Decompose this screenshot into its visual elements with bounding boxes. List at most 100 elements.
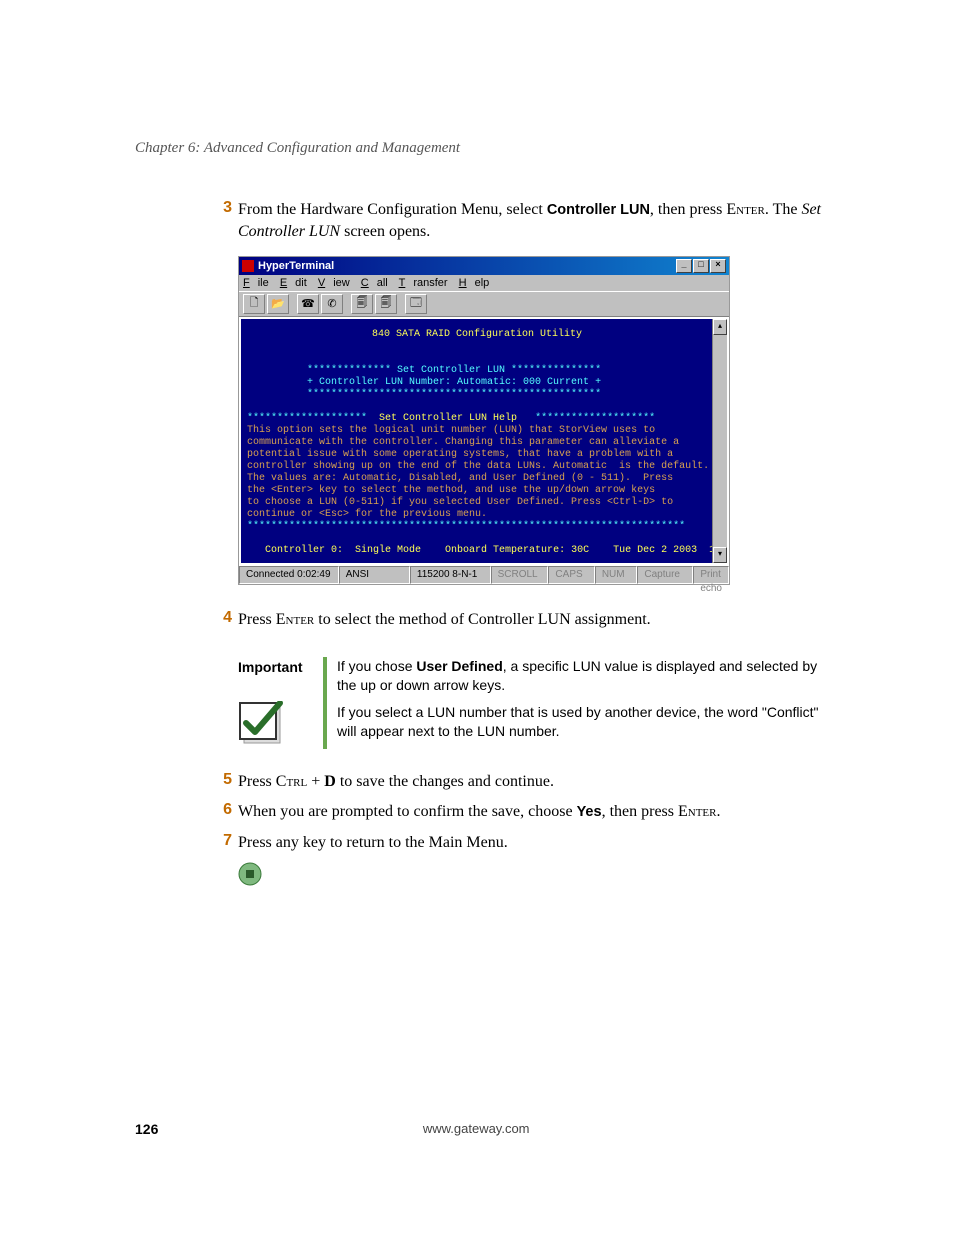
term-line: controller showing up on the end of the … — [247, 461, 709, 472]
term-line: ******************** — [535, 413, 655, 424]
step-text: From the Hardware Configuration Menu, se… — [238, 199, 834, 244]
step-text: When you are prompted to confirm the sav… — [238, 801, 834, 823]
checkmark-icon — [238, 675, 318, 747]
step-4: 4 Press Enter to select the method of Co… — [210, 609, 834, 631]
menu-edit[interactable]: Edit — [280, 277, 307, 289]
page-footer: 126 www.gateway.com — [135, 1121, 834, 1137]
term-line: continue or <Esc> for the previous menu. — [247, 509, 487, 520]
step-text: Press Ctrl + D to save the changes and c… — [238, 771, 834, 793]
term-line: ****************************************… — [307, 389, 601, 400]
step-number: 4 — [210, 609, 238, 631]
term-line: ******************** — [247, 413, 367, 424]
note-label: Important — [238, 657, 323, 675]
menu-call[interactable]: Call — [361, 277, 388, 289]
term-line: ****************************************… — [247, 521, 685, 532]
close-button[interactable]: × — [710, 259, 726, 273]
footer-url: www.gateway.com — [423, 1121, 530, 1137]
note-body: If you chose User Defined, a specific LU… — [337, 657, 834, 749]
menu-help[interactable]: Help — [459, 277, 490, 289]
maximize-button[interactable]: □ — [693, 259, 709, 273]
status-num: NUM — [595, 566, 638, 584]
term-line: This option sets the logical unit number… — [247, 425, 655, 436]
disconnect-icon[interactable]: ✆ — [321, 294, 343, 314]
text: to save the changes and continue. — [336, 773, 554, 790]
term-line: ************** Set Controller LUN ******… — [307, 365, 601, 376]
status-connected: Connected 0:02:49 — [239, 566, 339, 584]
status-caps: CAPS — [548, 566, 594, 584]
d-key: D — [324, 773, 336, 790]
step-number: 6 — [210, 801, 238, 823]
status-echo: Print echo — [693, 566, 729, 584]
text: Press — [238, 611, 276, 628]
step-text: Press any key to return to the Main Menu… — [238, 832, 834, 854]
step-7: 7 Press any key to return to the Main Me… — [210, 832, 834, 854]
terminal-viewport: ▴ ▾ 840 SATA RAID Configuration Utility … — [239, 316, 729, 565]
term-line: + Controller LUN Number: Automatic: 000 … — [307, 377, 601, 388]
text: to select the method of Controller LUN a… — [314, 611, 650, 628]
note-accent-bar — [323, 657, 327, 749]
text: . — [717, 803, 721, 820]
text: When you are prompted to confirm the sav… — [238, 803, 577, 820]
scroll-down-icon[interactable]: ▾ — [713, 547, 727, 563]
term-line: potential issue with some operating syst… — [247, 449, 673, 460]
menubar: File Edit View Call Transfer Help — [239, 275, 729, 291]
term-line: Set Controller LUN Help — [367, 413, 535, 424]
menu-view[interactable]: View — [318, 277, 350, 289]
term-header: 840 SATA RAID Configuration Utility — [372, 329, 582, 340]
receive-icon[interactable]: 🗐 — [375, 294, 397, 314]
status-scroll: SCROLL — [491, 566, 549, 584]
step-6: 6 When you are prompted to confirm the s… — [210, 801, 834, 823]
text: If you select a LUN number that is used … — [337, 703, 834, 741]
app-icon — [242, 260, 254, 272]
text: Press — [238, 773, 276, 790]
window-title: HyperTerminal — [258, 260, 334, 272]
scrollbar[interactable]: ▴ ▾ — [712, 319, 727, 563]
step-number: 3 — [210, 199, 238, 244]
chapter-header: Chapter 6: Advanced Configuration and Ma… — [135, 140, 834, 157]
status-capture: Capture — [637, 566, 693, 584]
menu-file[interactable]: File — [243, 277, 269, 289]
connect-icon[interactable]: ☎ — [297, 294, 319, 314]
titlebar: HyperTerminal _ □ × — [239, 257, 729, 275]
send-icon[interactable]: 🗐 — [351, 294, 373, 314]
scroll-up-icon[interactable]: ▴ — [713, 319, 727, 335]
text: , then press — [602, 803, 678, 820]
step-number: 5 — [210, 771, 238, 793]
ctrl-key: Ctrl — [276, 773, 307, 790]
step-text: Press Enter to select the method of Cont… — [238, 609, 834, 631]
text: screen opens. — [340, 223, 430, 240]
minimize-button[interactable]: _ — [676, 259, 692, 273]
new-icon[interactable]: 🗋 — [243, 294, 265, 314]
term-line: The values are: Automatic, Disabled, and… — [247, 473, 673, 484]
status-emulation: ANSI — [339, 566, 410, 584]
open-icon[interactable]: 📂 — [267, 294, 289, 314]
terminal-content: 840 SATA RAID Configuration Utility ****… — [241, 319, 713, 563]
statusbar: Connected 0:02:49 ANSI 115200 8-N-1 SCRO… — [239, 565, 729, 584]
term-line: to choose a LUN (0-511) if you selected … — [247, 497, 673, 508]
hyperterminal-window: HyperTerminal _ □ × File Edit View Call … — [238, 256, 730, 585]
menu-transfer[interactable]: Transfer — [399, 277, 448, 289]
user-defined-label: User Defined — [416, 658, 502, 674]
important-note: Important If you chose User Defined, a s… — [238, 657, 834, 749]
page-number: 126 — [135, 1121, 158, 1137]
enter-key: Enter — [276, 611, 315, 628]
term-status-line: Controller 0: Single Mode Onboard Temper… — [265, 545, 713, 556]
term-line: the <Enter> key to select the method, an… — [247, 485, 655, 496]
section-end-icon — [238, 862, 834, 891]
controller-lun-label: Controller LUN — [547, 202, 650, 218]
status-baud: 115200 8-N-1 — [410, 566, 491, 584]
properties-icon[interactable]: 🗔 — [405, 294, 427, 314]
text: + — [307, 773, 324, 790]
step-5: 5 Press Ctrl + D to save the changes and… — [210, 771, 834, 793]
enter-key: Enter — [726, 201, 765, 218]
toolbar: 🗋 📂 ☎ ✆ 🗐 🗐 🗔 — [239, 291, 729, 316]
step-number: 7 — [210, 832, 238, 854]
yes-label: Yes — [577, 804, 602, 820]
enter-key: Enter — [678, 803, 717, 820]
step-3: 3 From the Hardware Configuration Menu, … — [210, 199, 834, 244]
text: If you chose — [337, 658, 416, 674]
text: , then press — [650, 201, 726, 218]
text: . The — [765, 201, 802, 218]
text: From the Hardware Configuration Menu, se… — [238, 201, 547, 218]
term-line: communicate with the controller. Changin… — [247, 437, 679, 448]
